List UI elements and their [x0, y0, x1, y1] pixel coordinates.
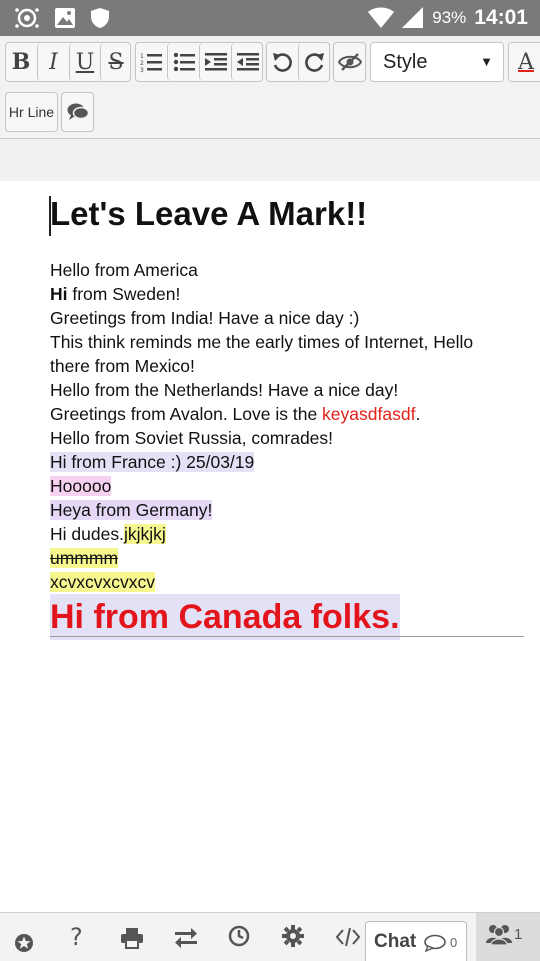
svg-text:2: 2 — [140, 60, 144, 67]
paragraph-line[interactable]: ummmm — [50, 546, 530, 570]
outdent-button[interactable] — [231, 43, 263, 81]
paragraph-line[interactable]: Hi dudes.jkjkjkj — [50, 522, 530, 546]
editor-toolbar: B I U S 123 Style ▼ A Hr Line — [0, 36, 540, 139]
chat-label: Chat — [374, 931, 417, 952]
document-heading-text: Let's Leave A Mark!! — [50, 195, 368, 232]
indent-button[interactable] — [199, 43, 231, 81]
users-button[interactable]: 1 — [476, 913, 540, 961]
wifi-icon — [368, 7, 395, 28]
numbered-list-button[interactable]: 123 — [135, 43, 167, 81]
paragraph-line[interactable]: Hi from Canada folks. — [50, 594, 530, 640]
paragraph-line[interactable]: Hi from France :) 25/03/19 — [50, 450, 530, 474]
shield-icon — [91, 8, 109, 28]
bullet-list-button[interactable] — [167, 43, 199, 81]
line-text: Hello from America — [50, 260, 198, 280]
document-body[interactable]: Hello from America Hi from Sweden! Greet… — [50, 258, 530, 640]
paragraph-line[interactable]: Hi from Sweden! — [50, 282, 530, 306]
redo-button[interactable] — [298, 43, 330, 81]
paragraph-line[interactable]: there from Mexico! — [50, 354, 530, 378]
undo-icon — [273, 53, 292, 72]
underline-button[interactable]: U — [69, 43, 100, 81]
paragraph-line[interactable]: Hooooo — [50, 474, 530, 498]
chevron-down-icon: ▼ — [480, 54, 493, 69]
line-text: from Sweden! — [67, 284, 181, 304]
strikethrough-text: ummmm — [50, 548, 119, 568]
numbered-list-icon: 123 — [140, 53, 162, 72]
document-heading[interactable]: Let's Leave A Mark!! — [49, 190, 530, 238]
outdent-icon — [236, 53, 259, 71]
bottom-toolbar: ? Chat 0 1 — [0, 912, 540, 961]
bold-label: B — [11, 49, 31, 75]
redo-icon — [304, 53, 324, 72]
horizontal-rule — [50, 636, 524, 637]
battery-percent: 93% — [432, 8, 467, 27]
help-icon[interactable]: ? — [70, 923, 83, 951]
document-editor[interactable]: Let's Leave A Mark!! Hello from America … — [49, 190, 530, 640]
strike-label: S — [108, 49, 124, 75]
comment-button[interactable] — [61, 92, 94, 132]
bullet-list-icon — [173, 52, 195, 72]
style-dropdown-value: Style — [383, 51, 428, 73]
line-bold-text: Hi — [50, 284, 68, 304]
highlighted-text: jkjkjkj — [123, 524, 166, 544]
highlighted-text: xcvxcvxcvxcv — [50, 572, 155, 592]
strikethrough-button[interactable]: S — [100, 43, 131, 81]
print-icon[interactable] — [120, 927, 144, 949]
line-text: Hello from Soviet Russia, comrades! — [50, 428, 334, 448]
image-notification-icon — [55, 8, 75, 28]
code-icon[interactable] — [336, 927, 360, 947]
users-count: 1 — [514, 926, 523, 943]
red-text: keyasdfasdf — [322, 404, 416, 424]
line-text: there from Mexico! — [50, 356, 195, 376]
toggle-visibility-button[interactable] — [333, 42, 366, 82]
line-text: Hello from the Netherlands! Have a nice … — [50, 380, 399, 400]
font-color-label: A — [518, 49, 534, 75]
android-debug-icon — [15, 8, 39, 28]
paragraph-line[interactable]: Heya from Germany! — [50, 498, 530, 522]
paragraph-line[interactable]: Greetings from Avalon. Love is the keyas… — [50, 402, 530, 426]
font-color-button[interactable]: A — [508, 42, 540, 82]
settings-gear-icon[interactable] — [282, 925, 304, 947]
comments-icon — [67, 103, 89, 120]
paragraph-line[interactable]: Hello from America — [50, 258, 530, 282]
chat-button[interactable]: Chat 0 — [365, 921, 467, 961]
signal-icon — [402, 7, 424, 28]
style-dropdown[interactable]: Style ▼ — [370, 42, 504, 82]
line-text: This think reminds me the early times of… — [50, 332, 474, 352]
status-bar: 93% 14:01 — [0, 0, 540, 36]
highlighted-text: Heya from Germany! — [50, 500, 213, 520]
italic-button[interactable]: I — [37, 43, 69, 81]
paragraph-line[interactable]: xcvxcvxcvxcv — [50, 570, 530, 594]
large-red-text: Hi from Canada folks. — [50, 594, 400, 640]
sync-arrows-icon[interactable] — [174, 927, 198, 949]
history-clock-icon[interactable] — [228, 925, 250, 947]
undo-button[interactable] — [266, 43, 298, 81]
highlighted-text: Hooooo — [50, 476, 112, 496]
line-text: Greetings from India! Have a nice day :) — [50, 308, 360, 328]
star-icon[interactable] — [14, 933, 34, 953]
paragraph-line[interactable]: This think reminds me the early times of… — [50, 330, 530, 354]
line-tail: . — [415, 404, 421, 424]
eye-slash-icon — [337, 53, 362, 71]
clock-time: 14:01 — [474, 6, 528, 29]
indent-icon — [204, 53, 227, 71]
svg-text:1: 1 — [140, 53, 144, 60]
toolbar-spacer — [0, 139, 540, 181]
line-text: Hi dudes. — [50, 524, 124, 544]
line-text: Greetings from Avalon. Love is the — [50, 404, 323, 424]
paragraph-line[interactable]: Hello from Soviet Russia, comrades! — [50, 426, 530, 450]
text-cursor — [49, 196, 51, 236]
underline-label: U — [75, 49, 95, 75]
hr-line-button[interactable]: Hr Line — [5, 92, 58, 132]
italic-label: I — [49, 49, 58, 75]
paragraph-line[interactable]: Greetings from India! Have a nice day :) — [50, 306, 530, 330]
highlighted-text: Hi from France :) 25/03/19 — [50, 452, 255, 472]
svg-text:3: 3 — [140, 67, 144, 72]
chat-bubble-icon — [424, 934, 446, 952]
bold-button[interactable]: B — [5, 43, 37, 81]
users-icon — [486, 925, 512, 945]
paragraph-line[interactable]: Hello from the Netherlands! Have a nice … — [50, 378, 530, 402]
chat-count: 0 — [450, 935, 458, 950]
